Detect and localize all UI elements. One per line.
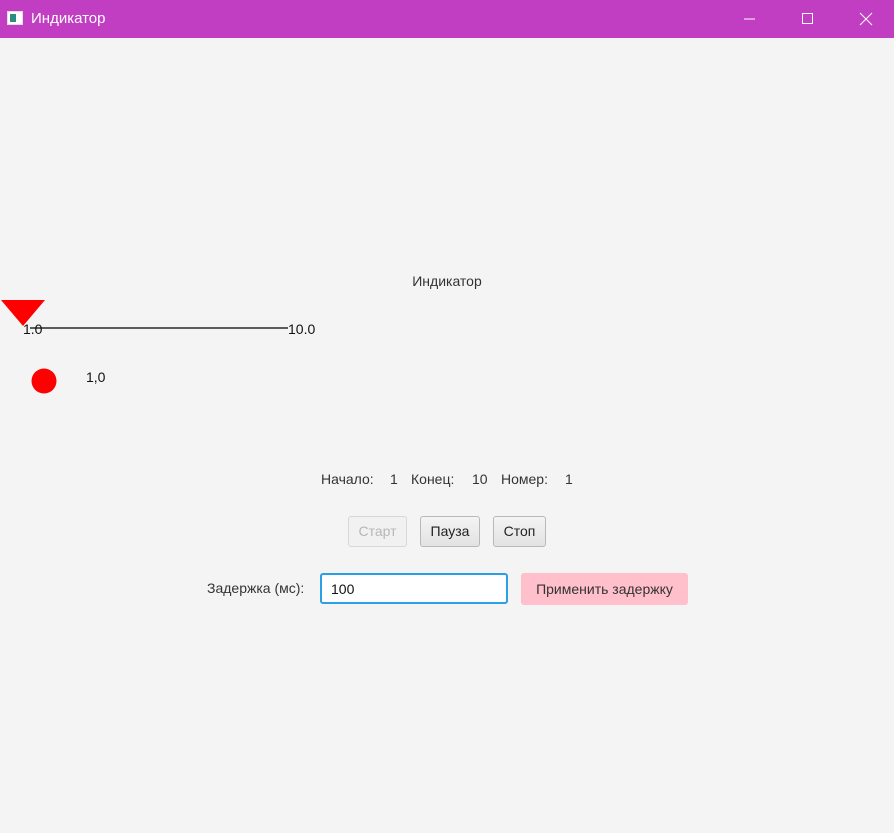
maximize-button[interactable] — [780, 0, 836, 38]
app-icon — [7, 11, 23, 25]
apply-delay-button[interactable]: Применить задержку — [521, 573, 688, 605]
info-row: Начало: 1 Конец: 10 Номер: 1 — [0, 471, 894, 489]
indicator-scale — [1, 300, 288, 394]
close-button[interactable] — [838, 0, 894, 38]
title-bar[interactable]: Индикатор — [0, 0, 894, 38]
minimize-button[interactable] — [722, 0, 778, 38]
number-label: Номер: — [501, 471, 548, 487]
app-window: Индикатор Индикатор 1.0 10.0 1,0 Начало: — [0, 0, 894, 833]
scale-min-label: 1.0 — [23, 321, 43, 337]
end-label: Конец: — [411, 471, 455, 487]
start-label: Начало: — [321, 471, 374, 487]
status-lamp — [31, 368, 57, 394]
maximize-icon — [802, 13, 813, 24]
start-button[interactable]: Старт — [348, 516, 407, 547]
number-value: 1 — [565, 471, 573, 487]
start-value: 1 — [390, 471, 398, 487]
indicator-title: Индикатор — [412, 273, 482, 289]
scale-max-label: 10.0 — [288, 321, 316, 337]
current-value-label: 1,0 — [86, 369, 106, 385]
window-title: Индикатор — [31, 10, 106, 27]
minimize-icon — [744, 18, 755, 20]
delay-label: Задержка (мс): — [207, 580, 305, 596]
close-icon — [859, 12, 873, 26]
pause-button[interactable]: Пауза — [420, 516, 480, 547]
end-value: 10 — [472, 471, 488, 487]
delay-input[interactable] — [320, 573, 508, 604]
stop-button[interactable]: Стоп — [493, 516, 546, 547]
